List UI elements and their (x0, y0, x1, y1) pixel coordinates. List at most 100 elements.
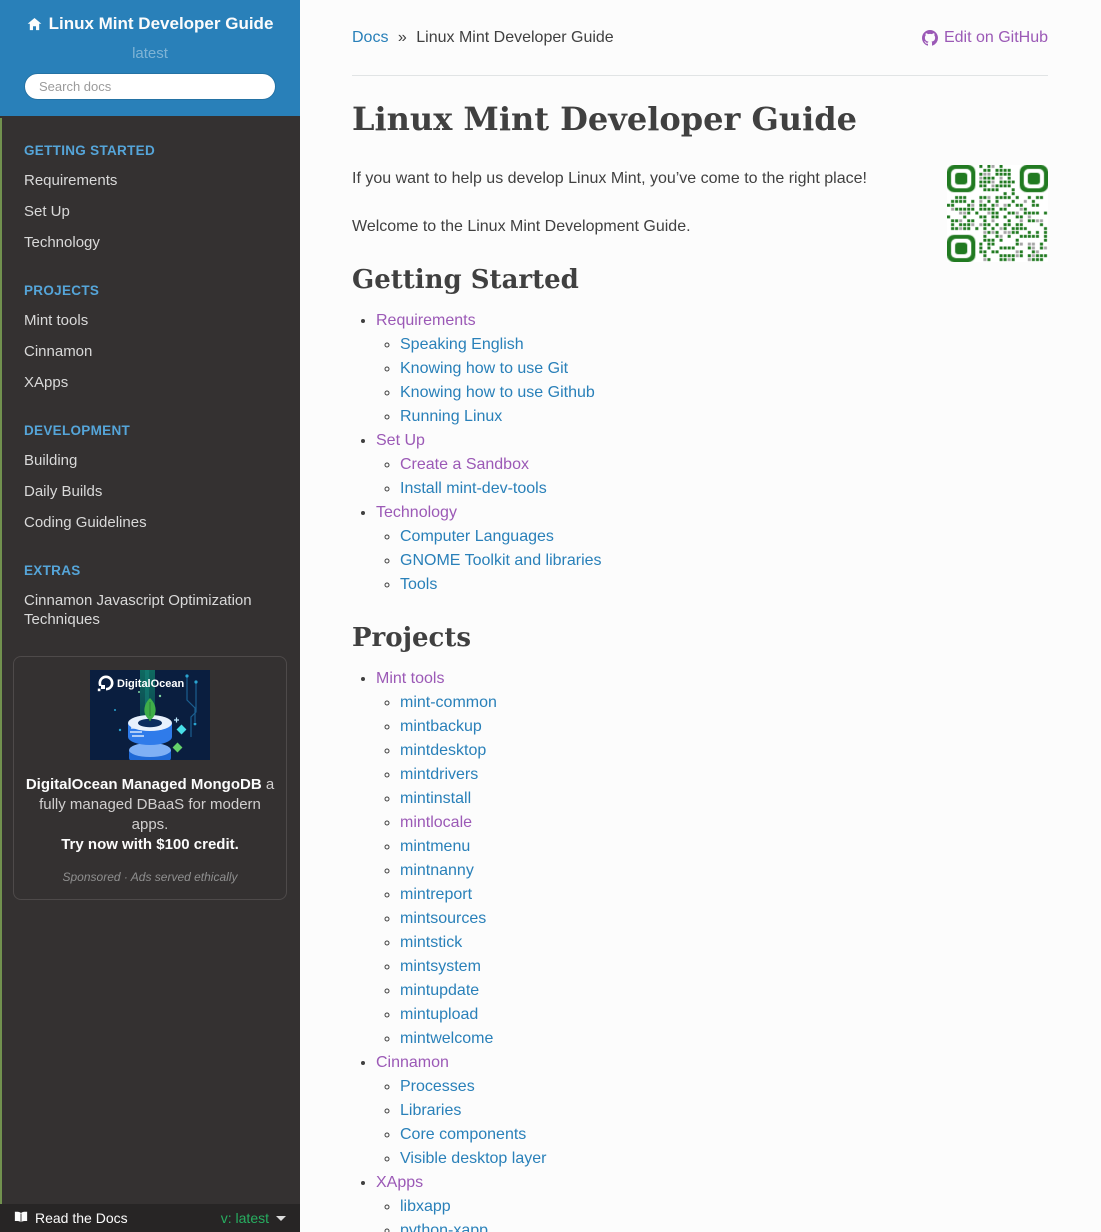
ad-title: DigitalOcean Managed MongoDB (25, 775, 262, 793)
section-heading-getting-started: Getting Started (352, 265, 579, 295)
toc-item: Core components (400, 1123, 1048, 1147)
toc-link[interactable]: Requirements (376, 312, 476, 329)
toc-item: Requirements Speaking English Knowing how … (376, 309, 1048, 429)
sidebar-nav: GETTING STARTED Requirements Set Up Techno… (0, 116, 300, 635)
toc-link[interactable]: Tools (400, 576, 437, 593)
sidebar-item[interactable]: Requirements (0, 165, 300, 196)
toc-item: mintdrivers (400, 763, 1048, 787)
intro-paragraph-1: If you want to help us develop Linux Min… (352, 170, 867, 187)
toc-link[interactable]: GNOME Toolkit and libraries (400, 552, 602, 569)
current-version-label: v: latest (220, 1210, 269, 1226)
toc-link[interactable]: mintdesktop (400, 742, 486, 759)
sidebar-item[interactable]: Building (0, 445, 300, 476)
toc-link[interactable]: python-xapp (400, 1222, 488, 1232)
breadcrumb-current: Linux Mint Developer Guide (416, 29, 614, 46)
toc-item: mintreport (400, 883, 1048, 907)
toc-item: Speaking English (400, 333, 1048, 357)
toc-link[interactable]: mintlocale (400, 814, 472, 831)
toc-item: mintinstall (400, 787, 1048, 811)
toc-item: Processes (400, 1075, 1048, 1099)
toc-link[interactable]: Speaking English (400, 336, 524, 353)
toc-list-getting-started: Requirements Speaking English Knowing how … (352, 309, 1048, 597)
page-title: Linux Mint Developer Guide (352, 100, 857, 138)
book-icon (14, 1210, 28, 1227)
ad-text: DigitalOcean Managed MongoDB a fully man… (24, 775, 276, 855)
sidebar-item[interactable]: Set Up (0, 196, 300, 227)
toc-link[interactable]: mintreport (400, 886, 472, 903)
breadcrumb-docs-link[interactable]: Docs (352, 29, 388, 46)
toc-item: Libraries (400, 1099, 1048, 1123)
toc-sublist: Create a Sandbox Install mint-dev-tools (376, 453, 1048, 501)
sidebar-item[interactable]: Daily Builds (0, 476, 300, 507)
home-icon (27, 17, 42, 32)
toc-link[interactable]: mintsources (400, 910, 486, 927)
intro-paragraph-2: Welcome to the Linux Mint Development Gu… (352, 218, 691, 235)
ad-cta[interactable]: Try now with $100 credit. (24, 835, 276, 855)
digitalocean-ad-image[interactable]: DigitalOcean (90, 669, 210, 760)
nav-list-getting-started: Requirements Set Up Technology (0, 165, 300, 258)
breadcrumb-row: Docs » Linux Mint Developer Guide Edit o… (352, 26, 1048, 50)
toc-item: Set Up Create a Sandbox Install mint-dev-t… (376, 429, 1048, 501)
sidebar-item[interactable]: Cinnamon Javascript Optimization Techniq… (0, 585, 300, 635)
toc-link[interactable]: Set Up (376, 432, 425, 449)
nav-caption-getting-started: GETTING STARTED (24, 142, 155, 158)
toc-link[interactable]: mintstick (400, 934, 462, 951)
toc-link[interactable]: Computer Languages (400, 528, 554, 545)
toc-item: mintdesktop (400, 739, 1048, 763)
toc-link[interactable]: mintsystem (400, 958, 481, 975)
toc-item: Knowing how to use Git (400, 357, 1048, 381)
qr-code-image (947, 165, 1048, 262)
sidebar-ad[interactable]: DigitalOcean DigitalOcean Managed MongoD… (13, 655, 287, 900)
toc-link[interactable]: Core components (400, 1126, 526, 1143)
toc-link[interactable]: mintinstall (400, 790, 471, 807)
toc-link[interactable]: mintwelcome (400, 1030, 493, 1047)
toc-link[interactable]: mintbackup (400, 718, 482, 735)
toc-link[interactable]: mintmenu (400, 838, 470, 855)
readthedocs-flyout[interactable]: Read the Docs (14, 1210, 128, 1227)
nav-list-projects: Mint tools Cinnamon XApps (0, 305, 300, 398)
toc-link[interactable]: Running Linux (400, 408, 502, 425)
toc-link[interactable]: libxapp (400, 1198, 451, 1215)
edit-on-github-link[interactable]: Edit on GitHub (921, 26, 1048, 50)
toc-link[interactable]: mintupload (400, 1006, 478, 1023)
toc-link[interactable]: mintupdate (400, 982, 479, 999)
ad-brand-text: DigitalOcean (117, 678, 185, 690)
toc-link[interactable]: Visible desktop layer (400, 1150, 546, 1167)
section-heading-projects: Projects (352, 623, 472, 653)
toc-link[interactable]: Libraries (400, 1102, 461, 1119)
toc-link[interactable]: mintnanny (400, 862, 474, 879)
sidebar-item[interactable]: Cinnamon (0, 336, 300, 367)
toc-link[interactable]: Create a Sandbox (400, 456, 529, 473)
sidebar-item[interactable]: Technology (0, 227, 300, 258)
toc-item: mintsystem (400, 955, 1048, 979)
toc-item: Create a Sandbox (400, 453, 1048, 477)
toc-link[interactable]: mintdrivers (400, 766, 478, 783)
toc-link[interactable]: Mint tools (376, 670, 444, 687)
toc-link[interactable]: Cinnamon (376, 1054, 449, 1071)
breadcrumb: Docs » Linux Mint Developer Guide (352, 26, 614, 50)
toc-link[interactable]: mint-common (400, 694, 497, 711)
nav-caption-extras: EXTRAS (24, 562, 81, 578)
sidebar: Linux Mint Developer Guide latest GETTIN… (0, 0, 300, 1232)
toc-link[interactable]: Processes (400, 1078, 475, 1095)
toc-link[interactable]: XApps (376, 1174, 423, 1191)
toc-link[interactable]: Technology (376, 504, 457, 521)
toc-item: libxapp (400, 1195, 1048, 1219)
caret-down-icon (276, 1215, 286, 1221)
toc-item: Computer Languages (400, 525, 1048, 549)
toc-link[interactable]: Install mint-dev-tools (400, 480, 547, 497)
version-switcher[interactable]: v: latest (221, 1210, 286, 1226)
project-home-link[interactable]: Linux Mint Developer Guide (27, 14, 273, 34)
sidebar-item[interactable]: XApps (0, 367, 300, 398)
search-input[interactable] (24, 72, 276, 100)
toc-link[interactable]: Knowing how to use Git (400, 360, 568, 377)
sidebar-item[interactable]: Coding Guidelines (0, 507, 300, 538)
sidebar-item[interactable]: Mint tools (0, 305, 300, 336)
readthedocs-footer: Read the Docs v: latest (0, 1204, 300, 1232)
toc-link[interactable]: Knowing how to use Github (400, 384, 595, 401)
nav-list-development: Building Daily Builds Coding Guidelines (0, 445, 300, 538)
window-edge-strip (0, 118, 2, 1204)
breadcrumb-divider (352, 75, 1048, 76)
toc-item: GNOME Toolkit and libraries (400, 549, 1048, 573)
toc-item: mintmenu (400, 835, 1048, 859)
